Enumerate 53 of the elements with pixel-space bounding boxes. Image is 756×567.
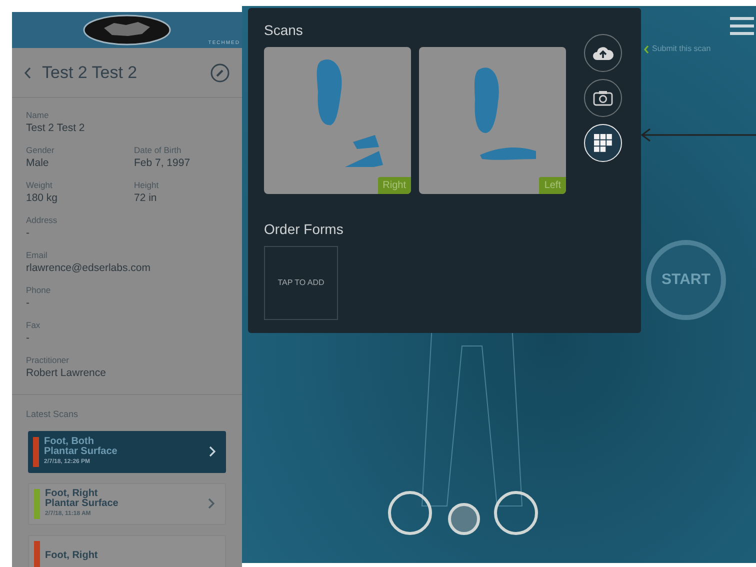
add-order-form-tile[interactable]: TAP TO ADD <box>264 246 338 320</box>
field-label: Name <box>26 109 49 122</box>
chevron-icon <box>209 446 216 457</box>
field-label: Fax <box>26 319 40 332</box>
field-value: rlawrence@edserlabs.com <box>26 262 150 275</box>
scan-thumbnail[interactable]: Left <box>419 47 566 194</box>
grid-button[interactable] <box>584 124 622 162</box>
scan-list-item[interactable]: Foot, Right <box>28 534 226 567</box>
grid-icon <box>593 133 613 153</box>
field-value: Robert Lawrence <box>26 367 106 380</box>
field-label: Date of Birth <box>134 144 182 157</box>
caret-icon <box>644 44 649 54</box>
field-label: Weight <box>26 179 52 192</box>
submit-hint: Submit this scan <box>652 43 711 55</box>
cloud-upload-icon <box>592 45 614 61</box>
hamburger-menu-icon[interactable] <box>730 16 754 36</box>
foot-target-button[interactable] <box>388 491 432 535</box>
field-value: - <box>26 227 30 240</box>
scan-subtitle: Plantar Surface <box>44 446 118 456</box>
scan-subtitle: Plantar Surface <box>45 498 120 508</box>
side-label: Right <box>378 177 411 194</box>
patient-title: Test 2 Test 2 <box>42 62 138 84</box>
field-label: Height <box>134 179 159 192</box>
panel-title: Scans <box>264 21 304 40</box>
edit-icon[interactable] <box>210 62 230 82</box>
field-value: Test 2 Test 2 <box>26 122 85 135</box>
field-value: 72 in <box>134 192 157 205</box>
logo-icon <box>82 14 172 46</box>
camera-button[interactable] <box>584 79 622 117</box>
field-label: Gender <box>26 144 54 157</box>
scan-thumbnail[interactable]: Right <box>264 47 411 194</box>
chevron-icon <box>208 498 215 509</box>
field-value: Feb 7, 1997 <box>134 157 190 170</box>
field-label: Phone <box>26 284 51 297</box>
back-icon[interactable] <box>24 66 32 78</box>
scan-title: Foot, Both <box>44 436 95 446</box>
scan-title: Foot, Right <box>45 550 99 560</box>
upload-button[interactable] <box>584 34 622 72</box>
field-value: Male <box>26 157 49 170</box>
field-value: 180 kg <box>26 192 58 205</box>
center-target-button[interactable] <box>448 503 480 535</box>
foot-target-button[interactable] <box>494 491 538 535</box>
field-label: Email <box>26 249 48 262</box>
side-label: Left <box>539 177 566 194</box>
section-title: Order Forms <box>264 220 344 239</box>
field-value: - <box>26 332 30 345</box>
scan-title: Foot, Right <box>45 488 99 498</box>
start-button[interactable]: START <box>646 240 726 320</box>
field-label: Practitioner <box>26 354 69 367</box>
field-value: - <box>26 297 30 310</box>
camera-icon <box>593 90 613 106</box>
section-title: Latest Scans <box>25 408 80 421</box>
field-label: Address <box>26 214 58 227</box>
